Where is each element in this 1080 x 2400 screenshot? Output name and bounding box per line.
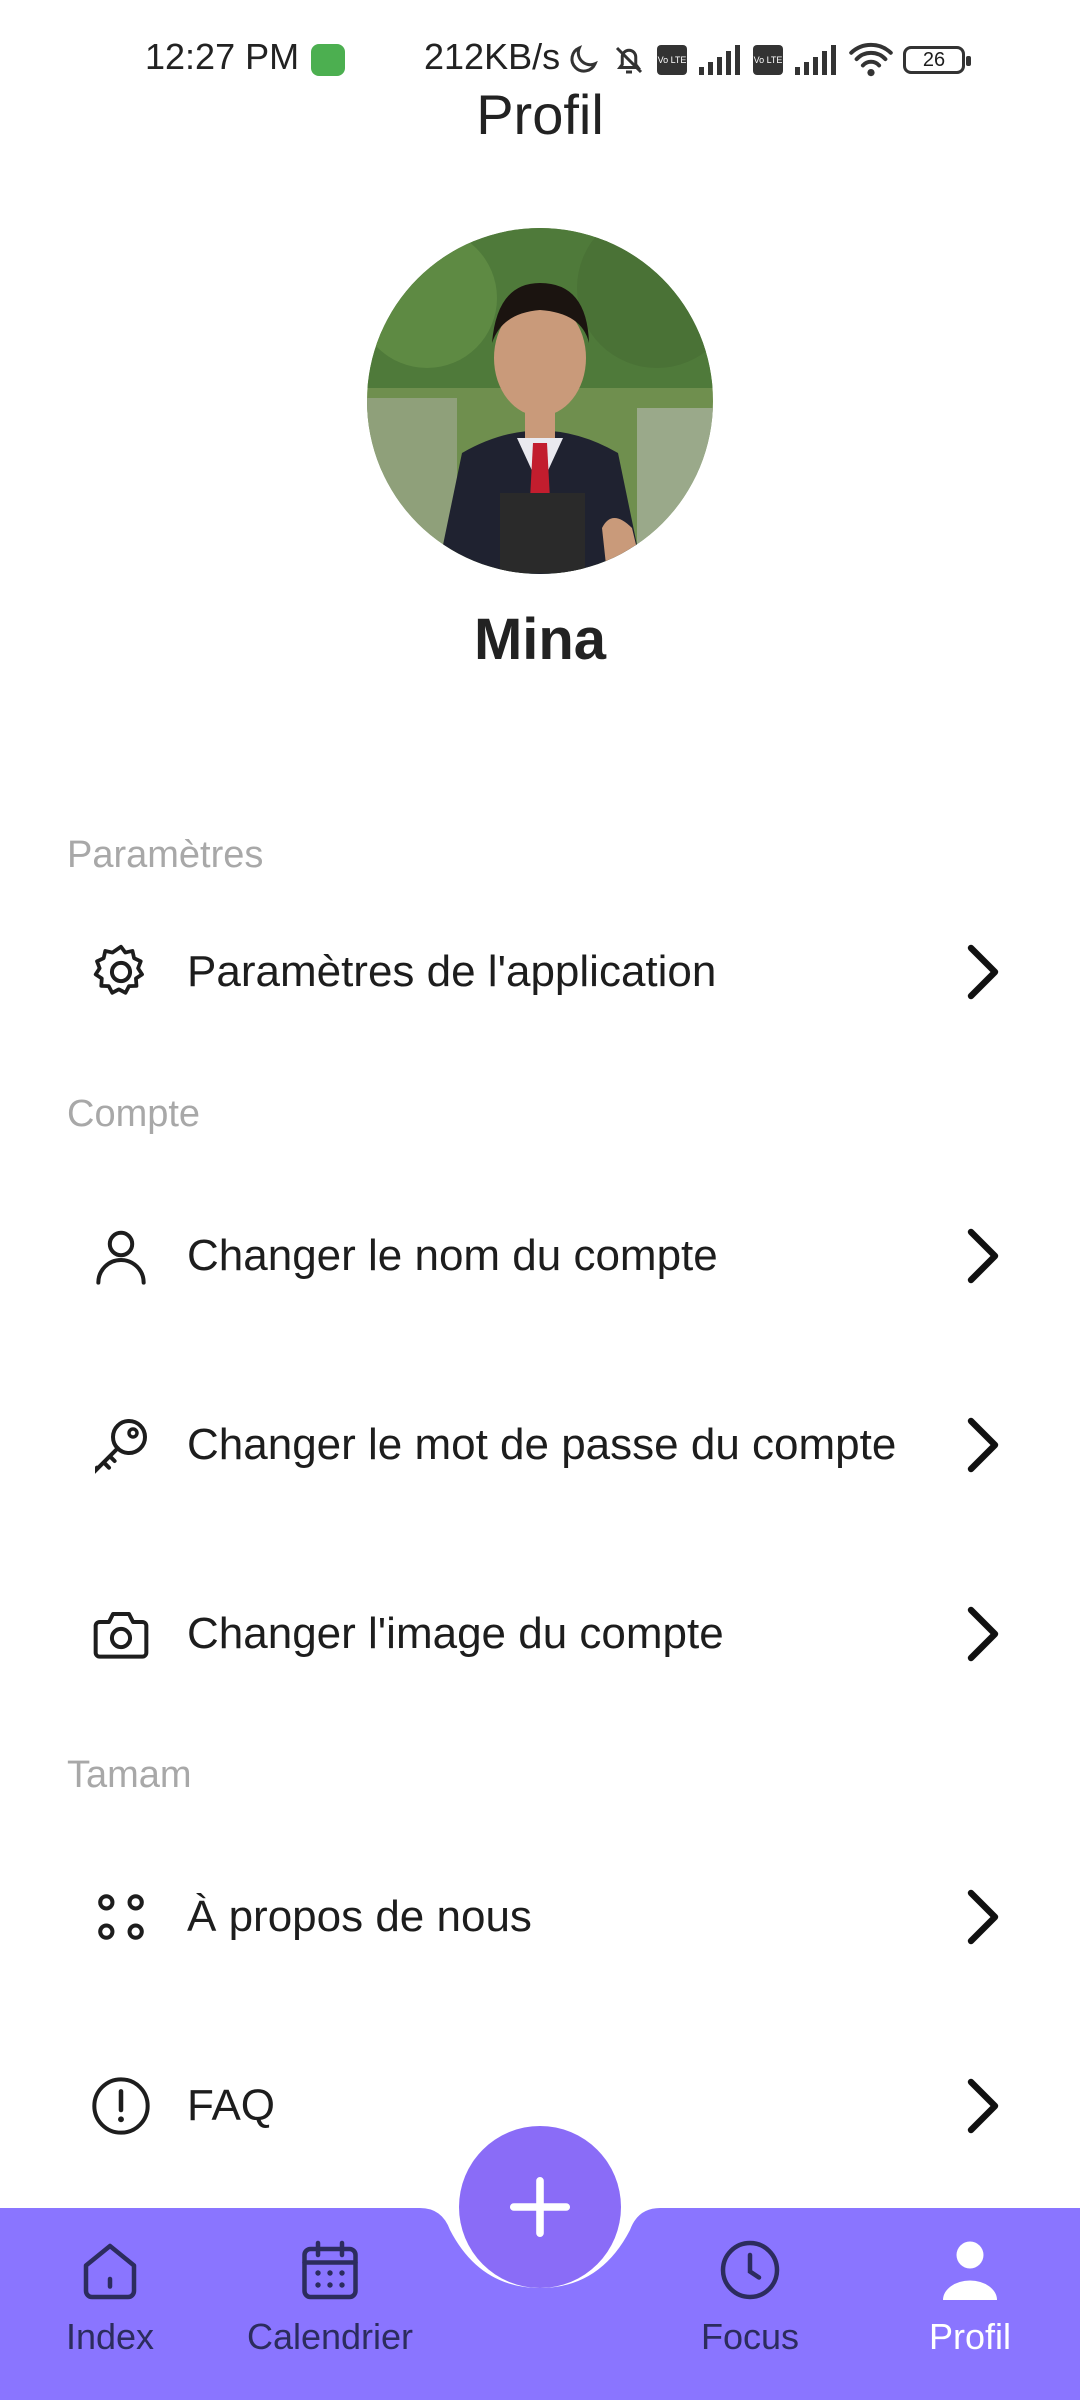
chevron-right-icon [953, 2076, 1013, 2136]
gear-icon [67, 936, 157, 1008]
alert-circle-icon [67, 2070, 157, 2142]
signal-icon [699, 45, 740, 75]
volte-icon: Vo LTE [657, 45, 687, 75]
chevron-right-icon [953, 942, 1013, 1002]
bell-off-icon [615, 46, 643, 74]
status-icons: Vo LTE Vo LTE 26 [565, 38, 971, 82]
home-icon [83, 2243, 137, 2300]
avatar[interactable] [367, 228, 713, 574]
chevron-right-icon [953, 1887, 1013, 1947]
nav-label: Calendrier [246, 2316, 414, 2357]
battery-icon: 26 [903, 46, 971, 74]
section-header-settings: Paramètres [67, 834, 264, 876]
menu-item-change-name[interactable]: Changer le nom du compte [67, 1196, 1013, 1316]
menu-item-label: À propos de nous [187, 1892, 532, 1941]
nav-item-focus[interactable]: Focus [650, 2234, 850, 2358]
menu-item-change-image[interactable]: Changer l'image du compte [67, 1574, 1013, 1694]
user-name: Mina [473, 607, 607, 672]
clock-icon [720, 2240, 780, 2300]
avatar-photo [367, 228, 713, 574]
nav-item-index[interactable]: Index [10, 2234, 210, 2358]
chevron-right-icon [953, 1604, 1013, 1664]
camera-icon [67, 1598, 157, 1670]
network-speed: 212KB/s [424, 36, 561, 77]
nav-label: Focus [700, 2316, 800, 2357]
nav-label: Profil [928, 2316, 1012, 2357]
menu-item-about[interactable]: À propos de nous [67, 1857, 1013, 1977]
menu-item-label: Paramètres de l'application [187, 947, 717, 996]
menu-item-label: FAQ [187, 2081, 276, 2130]
moon-icon [570, 45, 598, 73]
key-icon [67, 1409, 157, 1481]
section-header-misc: Tamam [67, 1754, 192, 1796]
app-notification-icon [311, 44, 345, 76]
chevron-right-icon [953, 1226, 1013, 1286]
calendar-icon [302, 2240, 358, 2300]
menu-item-label: Changer le mot de passe du compte [187, 1420, 897, 1469]
nav-label: Index [65, 2316, 155, 2357]
signal-icon [795, 45, 836, 75]
page-title: Profil [476, 83, 604, 146]
menu-item-label: Changer l'image du compte [187, 1609, 724, 1658]
nav-item-calendrier[interactable]: Calendrier [230, 2234, 430, 2358]
status-time: 12:27 PM [145, 36, 300, 77]
menu-item-label: Changer le nom du compte [187, 1231, 718, 1280]
volte-icon: Vo LTE [753, 45, 783, 75]
menu-item-change-password[interactable]: Changer le mot de passe du compte [67, 1385, 1013, 1505]
add-button[interactable] [459, 2126, 621, 2288]
person-icon [943, 2241, 997, 2300]
chevron-right-icon [953, 1415, 1013, 1475]
nav-item-profil[interactable]: Profil [870, 2234, 1070, 2358]
dots-icon [67, 1881, 157, 1953]
user-icon [67, 1220, 157, 1292]
menu-item-app-settings[interactable]: Paramètres de l'application [67, 912, 1013, 1032]
wifi-icon [849, 42, 893, 77]
section-header-account: Compte [67, 1093, 201, 1135]
plus-icon [509, 2176, 571, 2238]
